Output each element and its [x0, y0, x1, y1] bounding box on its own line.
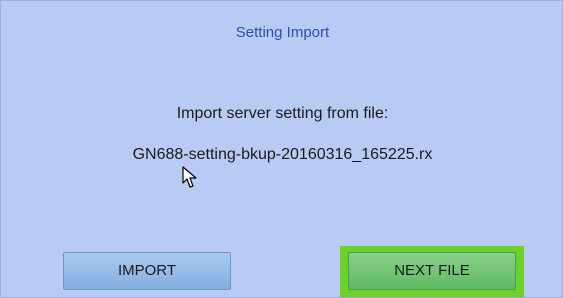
next-file-button[interactable]: NEXT FILE — [348, 252, 516, 290]
import-filename: GN688-setting-bkup-20160316_165225.rx — [132, 146, 433, 163]
setting-import-dialog: Setting Import Import server setting fro… — [0, 0, 563, 298]
dialog-title: Setting Import — [235, 24, 330, 41]
import-button[interactable]: IMPORT — [63, 252, 231, 290]
next-file-focus-frame: NEXT FILE — [340, 246, 524, 297]
mouse-pointer-icon — [182, 166, 197, 188]
import-message: Import server setting from file: — [176, 105, 389, 122]
